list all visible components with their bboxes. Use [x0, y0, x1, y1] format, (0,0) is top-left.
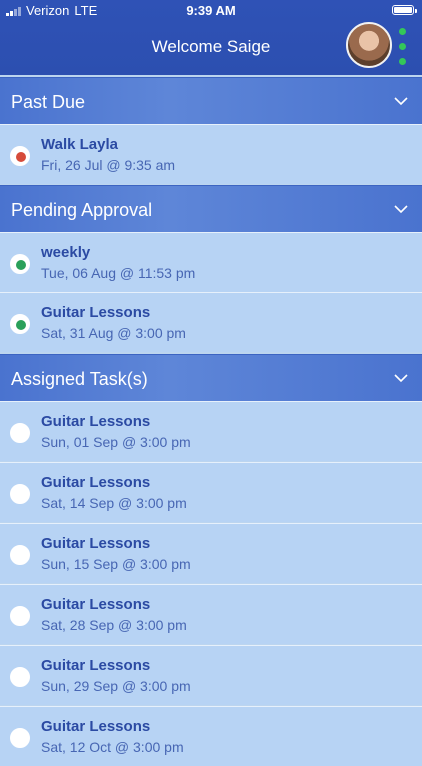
task-status-radio[interactable]	[10, 314, 30, 334]
task-title: Guitar Lessons	[41, 413, 151, 430]
task-datetime: Sat, 14 Sep @ 3:00 pm	[41, 495, 187, 511]
status-time: 9:39 AM	[186, 3, 236, 18]
task-status-radio[interactable]	[10, 728, 30, 748]
task-datetime: Sat, 31 Aug @ 3:00 pm	[41, 325, 186, 341]
task-datetime: Sun, 29 Sep @ 3:00 pm	[41, 678, 191, 694]
task-item[interactable]: Guitar Lessons Sun, 15 Sep @ 3:00 pm	[0, 523, 422, 583]
chevron-down-icon[interactable]	[394, 94, 408, 108]
more-options-icon[interactable]	[399, 28, 407, 73]
task-datetime: Fri, 26 Jul @ 9:35 am	[41, 157, 176, 173]
top-bar: Verizon LTE 9:39 AM Welcome Saige	[0, 0, 422, 75]
task-datetime: Sat, 12 Oct @ 3:00 pm	[41, 739, 184, 755]
task-title: Guitar Lessons	[41, 657, 151, 674]
section-label: Pending Approval	[11, 200, 153, 220]
task-title: Guitar Lessons	[41, 535, 151, 552]
task-item[interactable]: weekly Tue, 06 Aug @ 11:53 pm	[0, 232, 422, 292]
task-title: Guitar Lessons	[41, 718, 151, 735]
task-datetime: Tue, 06 Aug @ 11:53 pm	[41, 265, 196, 281]
section-label: Past Due	[11, 92, 86, 112]
section-pending-approval[interactable]: Pending Approval	[0, 185, 422, 232]
task-datetime: Sun, 01 Sep @ 3:00 pm	[41, 434, 191, 450]
task-status-radio[interactable]	[10, 484, 30, 504]
status-dot	[16, 320, 26, 330]
section-past-due[interactable]: Past Due	[0, 77, 422, 124]
task-datetime: Sat, 28 Sep @ 3:00 pm	[41, 617, 187, 633]
task-status-radio[interactable]	[10, 423, 30, 443]
task-item[interactable]: Guitar Lessons Sun, 29 Sep @ 3:00 pm	[0, 645, 422, 705]
avatar[interactable]	[346, 22, 392, 68]
task-item[interactable]: Guitar Lessons Sun, 01 Sep @ 3:00 pm	[0, 401, 422, 461]
task-title: Walk Layla	[41, 136, 118, 153]
task-title: Guitar Lessons	[41, 474, 151, 491]
task-status-radio[interactable]	[10, 667, 30, 687]
battery-icon	[392, 5, 417, 15]
task-item[interactable]: Guitar Lessons Sat, 28 Sep @ 3:00 pm	[0, 584, 422, 644]
task-title: Guitar Lessons	[41, 596, 151, 613]
task-item[interactable]: Guitar Lessons Sat, 14 Sep @ 3:00 pm	[0, 462, 422, 522]
task-title: Guitar Lessons	[41, 304, 151, 321]
chevron-down-icon[interactable]	[394, 371, 408, 385]
task-title: weekly	[41, 244, 91, 261]
task-status-radio[interactable]	[10, 606, 30, 626]
status-dot	[16, 152, 26, 162]
task-item[interactable]: Walk Layla Fri, 26 Jul @ 9:35 am	[0, 124, 422, 184]
task-item[interactable]: Guitar Lessons Sat, 12 Oct @ 3:00 pm	[0, 706, 422, 766]
task-datetime: Sun, 15 Sep @ 3:00 pm	[41, 556, 191, 572]
section-assigned-tasks[interactable]: Assigned Task(s)	[0, 354, 422, 401]
task-status-radio[interactable]	[10, 146, 30, 166]
section-label: Assigned Task(s)	[11, 369, 148, 389]
status-dot	[16, 260, 26, 270]
task-status-radio[interactable]	[10, 545, 30, 565]
task-status-radio[interactable]	[10, 254, 30, 274]
chevron-down-icon[interactable]	[394, 202, 408, 216]
status-bar: Verizon LTE 9:39 AM	[0, 3, 422, 19]
task-item[interactable]: Guitar Lessons Sat, 31 Aug @ 3:00 pm	[0, 292, 422, 352]
